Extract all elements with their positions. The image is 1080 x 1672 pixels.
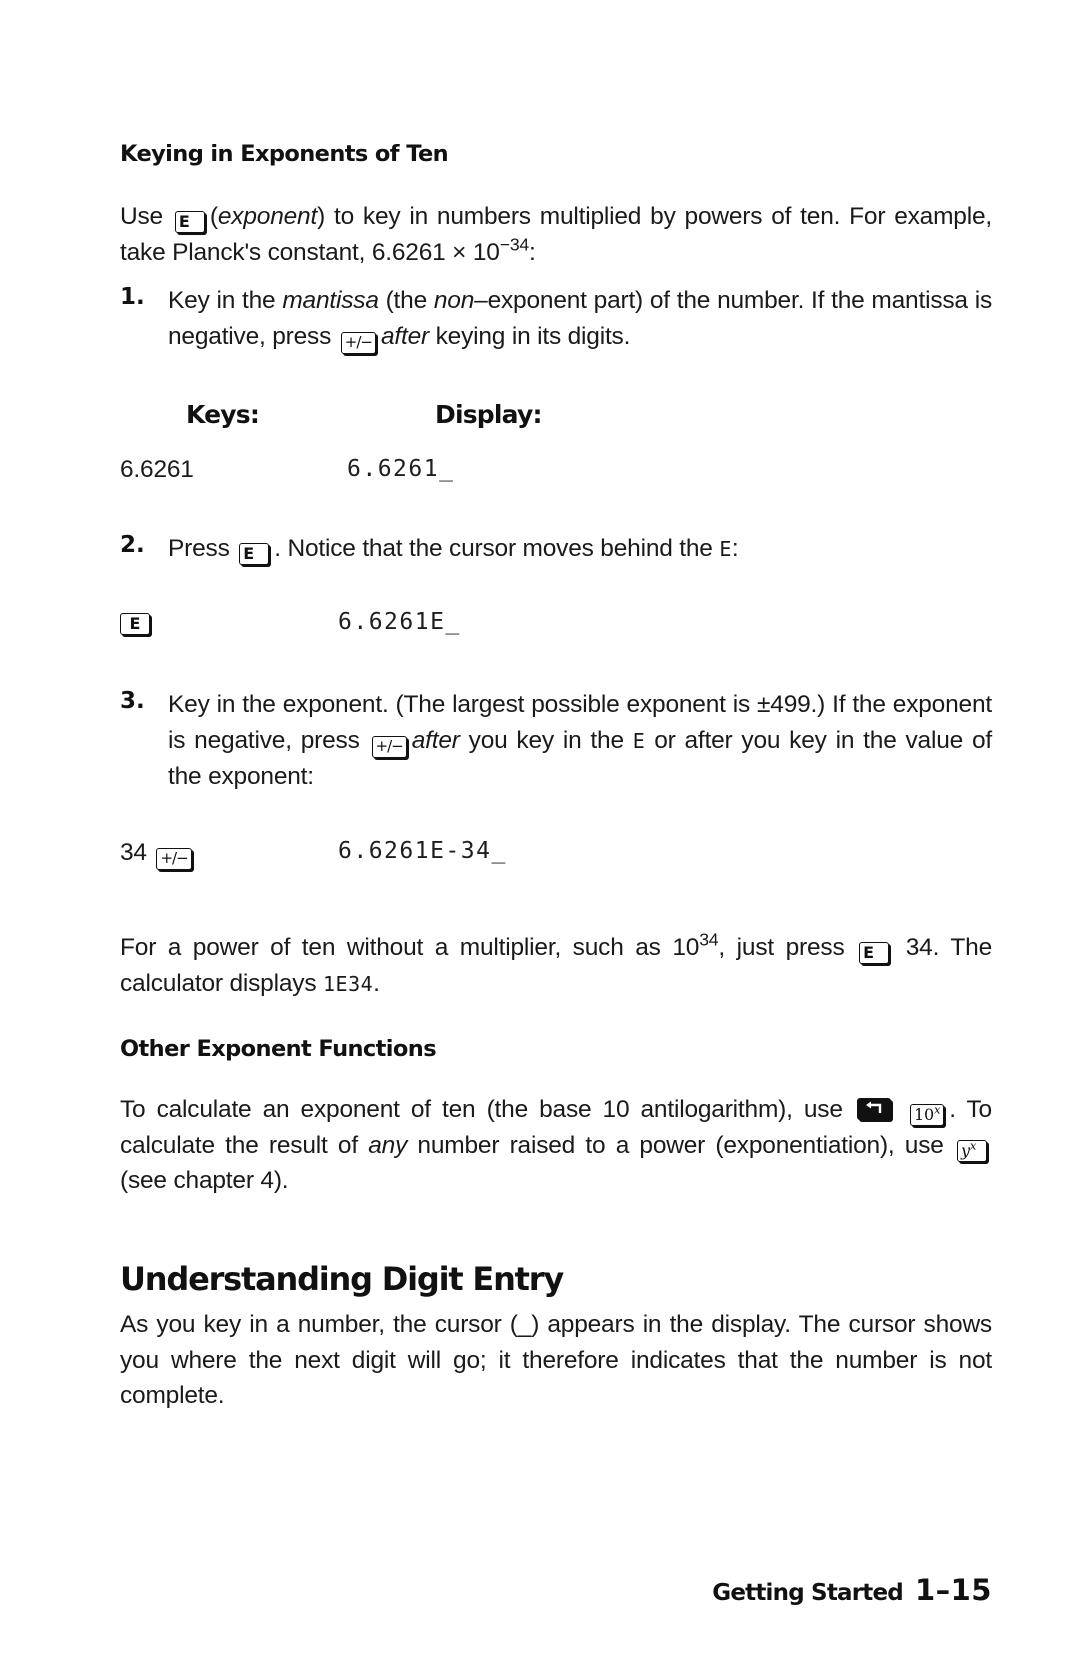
intro-text-tail: : [529, 238, 536, 266]
intro-superscript: −34 [499, 233, 530, 254]
step-number-3: 3. [120, 688, 145, 714]
step-3-text: Key in the exponent. (The largest possib… [168, 687, 992, 795]
exponent-key-icon: E [859, 942, 890, 964]
step-2-text-a: Press [168, 535, 230, 562]
exponent-key-icon: E [174, 211, 205, 233]
page-number: 1–15 [914, 1573, 992, 1607]
change-sign-key-icon: +/− [156, 848, 192, 870]
keys-row-1: 6.6261 [120, 456, 194, 483]
intro-text-pre: Use [120, 203, 163, 230]
keys-column-header: Keys: [186, 400, 260, 429]
left-shift-key-icon [856, 1098, 891, 1120]
page-footer: Getting Started 1–15 [712, 1573, 992, 1607]
display-row-2: 6.6261E_ [338, 609, 461, 635]
keys-row-3: 34 +/− [120, 839, 197, 870]
power-of-ten-paragraph: For a power of ten without a multiplier,… [120, 930, 992, 1002]
step-1-text-a: Key in the [168, 287, 283, 314]
step-number-1: 1. [120, 284, 145, 310]
power-text-tail: . [373, 969, 380, 997]
other-functions-paragraph: To calculate an exponent of ten (the bas… [120, 1092, 992, 1199]
exponent-key-icon: E [120, 613, 150, 635]
display-row-3: 6.6261E-34_ [338, 838, 507, 864]
power-superscript: 34 [699, 929, 719, 950]
ten-to-x-key-icon: 10x [909, 1102, 945, 1126]
power-text-pre: For a power of ten without a multiplier,… [120, 934, 700, 961]
footer-section-title: Getting Started [712, 1580, 903, 1606]
y-to-x-key-icon: yx [957, 1138, 988, 1162]
intro-emphasis: exponent [217, 203, 318, 230]
left-shift-arrow-icon [865, 1101, 882, 1113]
step-3-em-after: after [411, 726, 460, 754]
power-lcd-value: 1E34 [322, 971, 374, 996]
step-1-em-mantissa: mantissa [282, 287, 379, 314]
step-2-text: Press E. Notice that the cursor moves be… [168, 531, 992, 568]
change-sign-key-icon: +/− [340, 331, 376, 354]
change-sign-key-icon: +/− [371, 735, 407, 758]
step-3-text-b: you key in the [459, 726, 633, 754]
other-em-any: any [368, 1131, 408, 1159]
section-heading-digit-entry: Understanding Digit Entry [120, 1260, 564, 1298]
intro-paragraph: Use E (exponent) to key in numbers multip… [120, 203, 993, 266]
keys-row-2: E [120, 613, 155, 635]
y-to-x-key-base: y [961, 1140, 970, 1160]
step-1-text-b: (the [378, 287, 434, 314]
digit-entry-paragraph: As you key in a number, the cursor (_) a… [120, 1311, 992, 1409]
step-2-lcd-e: E [719, 537, 732, 561]
other-text-pre: To calculate an exponent of ten (the bas… [120, 1096, 843, 1123]
other-text-mid2: number raised to a power (exponentiation… [407, 1131, 944, 1159]
ten-to-x-key-base: 10 [913, 1105, 934, 1124]
section-heading-other-functions: Other Exponent Functions [120, 1036, 437, 1062]
step-1-text-d: keying in its digits. [429, 322, 631, 350]
keys-row-3-text: 34 [120, 839, 147, 866]
y-to-x-key-sup: x [969, 1138, 977, 1153]
step-2-text-b: . Notice that the cursor moves behind th… [274, 535, 720, 562]
power-text-mid: , just press [718, 934, 845, 961]
step-1-em-non: non [433, 287, 475, 314]
step-1-text: Key in the mantissa (the non–exponent pa… [168, 283, 992, 354]
section-heading-exponents: Keying in Exponents of Ten [120, 141, 449, 167]
other-text-post: (see chapter 4). [120, 1167, 289, 1194]
exponent-key-icon: E [239, 543, 270, 565]
step-2-text-c: : [731, 535, 739, 562]
ten-to-x-key-sup: x [933, 1102, 941, 1117]
display-column-header: Display: [435, 400, 542, 429]
step-number-2: 2. [120, 532, 145, 558]
display-row-1: 6.6261_ [347, 456, 455, 482]
step-3-lcd-e: E [632, 728, 646, 753]
step-1-em-after: after [380, 322, 429, 350]
